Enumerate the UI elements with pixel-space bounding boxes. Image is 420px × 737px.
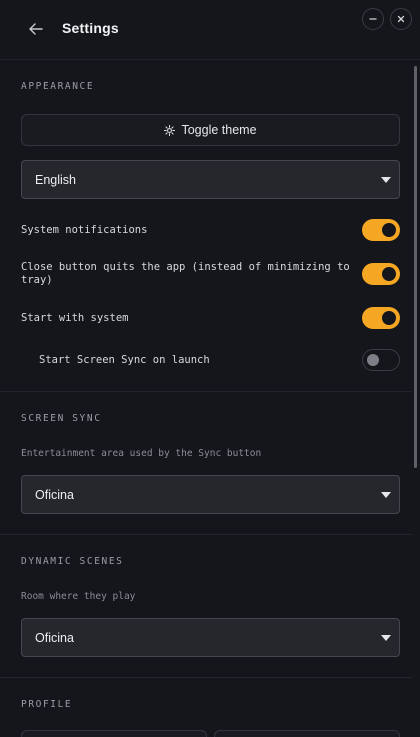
close-button[interactable] (390, 8, 412, 30)
section-title-screen-sync: SCREEN SYNC (21, 413, 102, 424)
toggle-knob (382, 223, 396, 237)
section-divider (0, 391, 412, 392)
section-title-profile: PROFILE (21, 699, 73, 710)
section-divider (0, 677, 412, 678)
section-title-dynamic-scenes: DYNAMIC SCENES (21, 556, 124, 567)
toggle-theme-button[interactable]: Toggle theme (21, 114, 400, 146)
start-screen-sync-label: Start Screen Sync on launch (39, 354, 210, 366)
settings-window: Settings APPEARANCE Toggle theme English… (0, 0, 420, 737)
start-screen-sync-toggle[interactable] (362, 349, 400, 371)
profile-button-right[interactable] (214, 730, 400, 737)
back-button[interactable] (26, 19, 46, 39)
dynamic-scenes-room-select[interactable]: Oficina (21, 618, 400, 657)
minimize-button[interactable] (362, 8, 384, 30)
arrow-left-icon (29, 23, 43, 35)
screen-sync-description: Entertainment area used by the Sync butt… (21, 448, 262, 459)
chevron-down-icon (381, 635, 391, 641)
toggle-knob (382, 311, 396, 325)
dynamic-scenes-description: Room where they play (21, 591, 136, 602)
page-title: Settings (62, 20, 119, 36)
scrollbar[interactable] (414, 66, 417, 468)
start-with-system-label: Start with system (21, 312, 129, 324)
section-divider (0, 534, 412, 535)
toggle-knob (367, 354, 379, 366)
start-with-system-toggle[interactable] (362, 307, 400, 329)
close-icon (397, 15, 405, 23)
system-notifications-toggle[interactable] (362, 219, 400, 241)
settings-header: Settings (0, 0, 420, 60)
chevron-down-icon (381, 177, 391, 183)
system-notifications-label: System notifications (21, 224, 148, 236)
language-select-value: English (35, 173, 76, 187)
section-title-appearance: APPEARANCE (21, 81, 95, 92)
chevron-down-icon (381, 492, 391, 498)
language-select[interactable]: English (21, 160, 400, 199)
toggle-theme-label: Toggle theme (181, 123, 257, 137)
close-button-quits-label: Close button quits the app (instead of m… (21, 261, 350, 286)
close-button-quits-toggle[interactable] (362, 263, 400, 285)
sun-icon (164, 124, 176, 136)
dynamic-scenes-room-value: Oficina (35, 631, 74, 645)
toggle-knob (382, 267, 396, 281)
screen-sync-area-value: Oficina (35, 488, 74, 502)
profile-button-left[interactable] (21, 730, 207, 737)
minus-icon (369, 18, 377, 20)
screen-sync-area-select[interactable]: Oficina (21, 475, 400, 514)
